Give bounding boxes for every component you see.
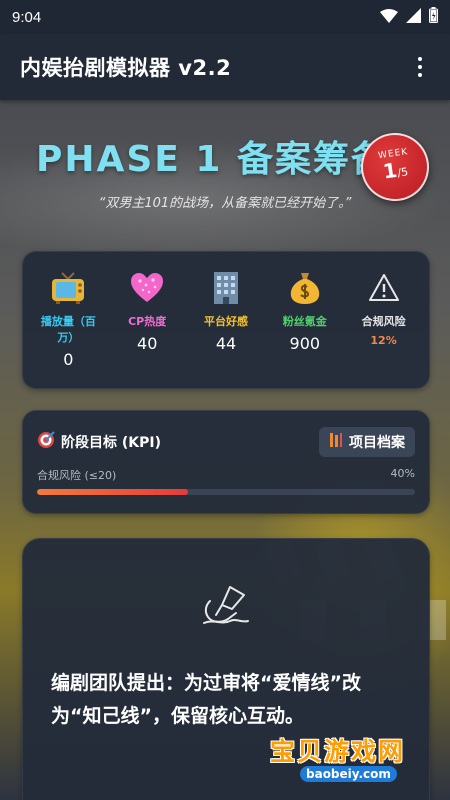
- signal-icon: [406, 7, 421, 27]
- stat-fan-spending-label: 粉丝氪金: [282, 315, 327, 328]
- kpi-progress-fill: [37, 489, 189, 495]
- kpi-metric-label: 合规风险 (≤20): [37, 469, 117, 482]
- stats-card: 播放量（百万） 0 CP热度 40 平台好感 44 粉丝氪金 900 合规风险 …: [22, 251, 430, 389]
- status-icons: [380, 7, 438, 27]
- stat-fan-spending: 粉丝氪金 900: [265, 270, 344, 388]
- more-vert-icon[interactable]: [410, 52, 430, 82]
- app-bar: 内娱抬剧模拟器 v2.2: [0, 34, 450, 100]
- kpi-metric-percent: 40%: [390, 467, 415, 480]
- event-text: 编剧团队提出：为过审将“爱情线”改为“知己线”，保留核心互动。: [51, 672, 361, 727]
- stat-views-value: 0: [63, 350, 74, 369]
- week-total: /5: [396, 165, 410, 180]
- status-bar: 9:04: [0, 0, 450, 34]
- stat-compliance-risk: 合规风险 12%: [344, 270, 423, 388]
- wifi-icon: [380, 8, 398, 27]
- tv-icon: [50, 270, 86, 306]
- stat-compliance-risk-label: 合规风险: [361, 315, 406, 328]
- stat-cp-heat: CP热度 40: [108, 270, 187, 388]
- phase-quote: “双男主101的战场，从备案就已经开始了。”: [98, 196, 352, 211]
- stat-platform-favor-value: 44: [215, 334, 237, 353]
- stat-views-label: 播放量（百万）: [40, 315, 96, 344]
- week-counter: 1/5: [382, 157, 410, 186]
- stat-platform-favor-label: 平台好感: [203, 315, 248, 328]
- archive-icon: [329, 432, 343, 452]
- status-time: 9:04: [12, 8, 42, 26]
- watermark-logo: 宝贝游戏网 baobeiy.com: [270, 732, 445, 798]
- project-archive-label: 项目档案: [349, 435, 405, 451]
- battery-icon: [429, 7, 438, 27]
- watermark-url: baobeiy.com: [300, 766, 397, 782]
- kpi-card: 阶段目标 (KPI) 项目档案 合规风险 (≤20) 40%: [22, 410, 430, 514]
- stat-cp-heat-label: CP热度: [128, 315, 167, 328]
- stat-platform-favor: 平台好感 44: [187, 270, 266, 388]
- warning-icon: [366, 270, 402, 306]
- stat-fan-spending-value: 900: [289, 334, 321, 353]
- kpi-progress-bar: [37, 489, 415, 495]
- phase-title: PHASE 1 备案筹备: [36, 139, 390, 180]
- building-icon: [208, 270, 244, 306]
- stat-compliance-risk-value: 12%: [370, 334, 397, 347]
- kpi-title: 阶段目标 (KPI): [61, 435, 161, 451]
- week-current: 1: [381, 157, 399, 184]
- stat-views: 播放量（百万） 0: [29, 270, 108, 388]
- target-icon: [37, 431, 55, 453]
- app-title: 内娱抬剧模拟器 v2.2: [20, 56, 232, 80]
- stat-cp-heat-value: 40: [137, 334, 158, 353]
- heart-icon: [129, 270, 165, 306]
- watermark-title: 宝贝游戏网: [270, 737, 406, 766]
- project-archive-button[interactable]: 项目档案: [319, 427, 415, 457]
- signing-hand-icon: [200, 583, 252, 631]
- money-bag-icon: [287, 270, 323, 306]
